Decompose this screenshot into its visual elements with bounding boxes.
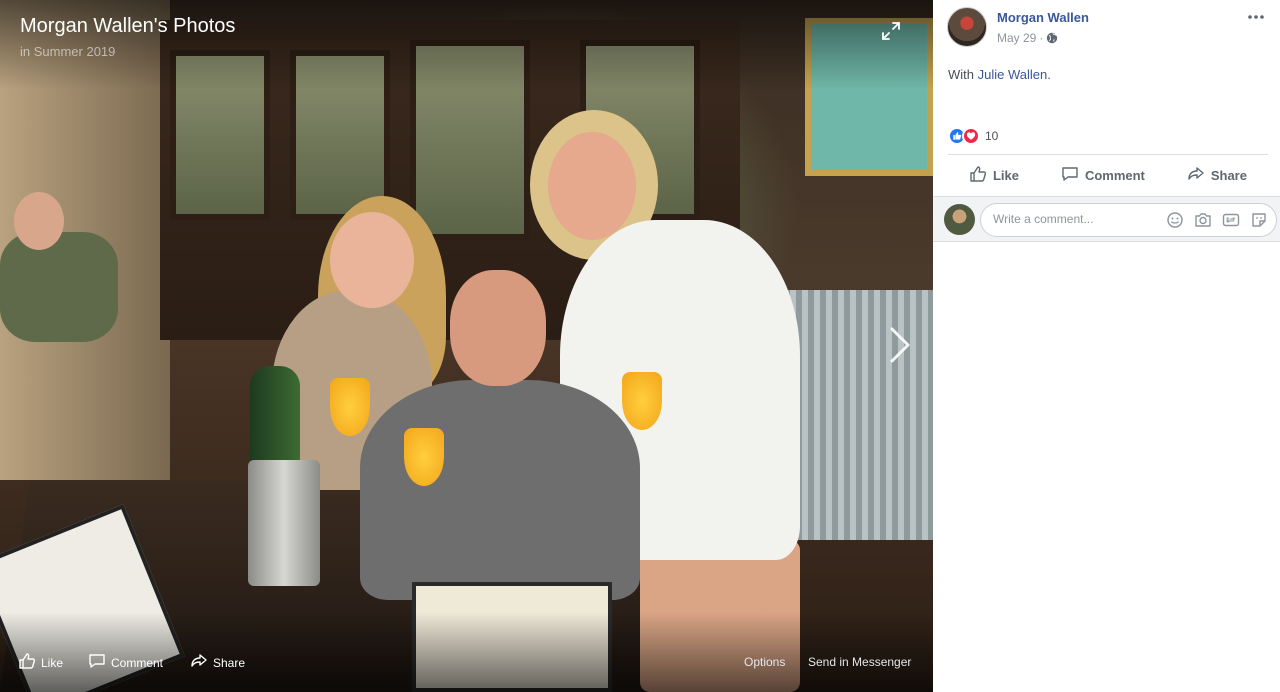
photo-person-face (450, 270, 546, 386)
comment-composer (933, 196, 1280, 242)
comment-icon (88, 652, 106, 673)
share-icon (190, 652, 208, 673)
love-reaction-icon (962, 127, 980, 145)
author-name[interactable]: Morgan Wallen (997, 10, 1089, 25)
photo-share-label: Share (213, 655, 246, 670)
expand-icon[interactable] (880, 20, 902, 42)
post-date[interactable]: May 29 (997, 31, 1036, 45)
reaction-count: 10 (985, 129, 999, 143)
tagged-person-link[interactable]: Julie Wallen (978, 67, 1048, 82)
author-avatar[interactable] (947, 7, 987, 47)
next-photo-arrow-icon[interactable] (884, 324, 914, 366)
tagged-with: With Julie Wallen. (948, 67, 1051, 82)
comment-tools (1166, 211, 1268, 229)
comment-label: Comment (1084, 167, 1145, 183)
photo-glass (404, 428, 444, 486)
tagged-with-suffix: . (1047, 67, 1051, 82)
comment-button[interactable]: Comment (1061, 158, 1145, 192)
send-in-messenger-link[interactable]: Send in Messenger (808, 655, 911, 669)
photo-share-button[interactable]: Share (190, 652, 245, 673)
thumbs-up-icon (18, 652, 36, 673)
photo-person (0, 232, 118, 342)
photo-comment-label: Comment (111, 655, 164, 670)
photo[interactable] (0, 0, 933, 692)
thumbs-up-icon (969, 165, 987, 186)
gif-icon[interactable] (1222, 211, 1240, 229)
comment-input-wrapper[interactable] (980, 203, 1277, 237)
top-gradient (0, 0, 933, 90)
tagged-with-prefix: With (948, 67, 978, 82)
photo-like-button[interactable]: Like (18, 652, 63, 673)
photo-person-face (548, 132, 636, 240)
viewer-avatar[interactable] (944, 204, 975, 235)
reactions-summary[interactable]: 10 (948, 127, 998, 145)
divider (948, 154, 1268, 155)
photo-glass (622, 372, 662, 430)
post-actions: Like Comment Share (948, 158, 1268, 192)
share-icon (1187, 165, 1205, 186)
sticker-icon[interactable] (1250, 211, 1268, 229)
post-sidebar: Morgan Wallen May 29 · With Julie Wallen… (933, 0, 1280, 692)
photo-person-face (14, 192, 64, 250)
like-button[interactable]: Like (969, 158, 1019, 192)
share-button[interactable]: Share (1187, 158, 1247, 192)
comment-input[interactable] (993, 212, 1153, 226)
photo-comment-button[interactable]: Comment (88, 652, 163, 673)
photo-ice-bucket (248, 460, 320, 586)
photo-action-bar: Like Comment Share Options Send in Messe… (0, 632, 933, 692)
photo-person-face (330, 212, 414, 308)
photo-like-label: Like (41, 655, 64, 670)
options-link[interactable]: Options (744, 655, 785, 669)
globe-icon[interactable] (1046, 32, 1058, 44)
share-label: Share (1210, 167, 1247, 183)
more-options-icon[interactable] (1246, 10, 1266, 24)
date-separator: · (1039, 31, 1044, 45)
photo-glass (330, 378, 370, 436)
album-title[interactable]: Morgan Wallen's Photos (20, 15, 235, 38)
photo-person (360, 380, 640, 600)
album-subtitle[interactable]: in Summer 2019 (20, 44, 115, 59)
post-meta: May 29 · (997, 31, 1058, 45)
camera-icon[interactable] (1194, 211, 1212, 229)
emoji-icon[interactable] (1166, 211, 1184, 229)
photo-viewer: Morgan Wallen's Photos in Summer 2019 Li… (0, 0, 933, 692)
comment-icon (1061, 165, 1079, 186)
like-label: Like (992, 167, 1019, 183)
